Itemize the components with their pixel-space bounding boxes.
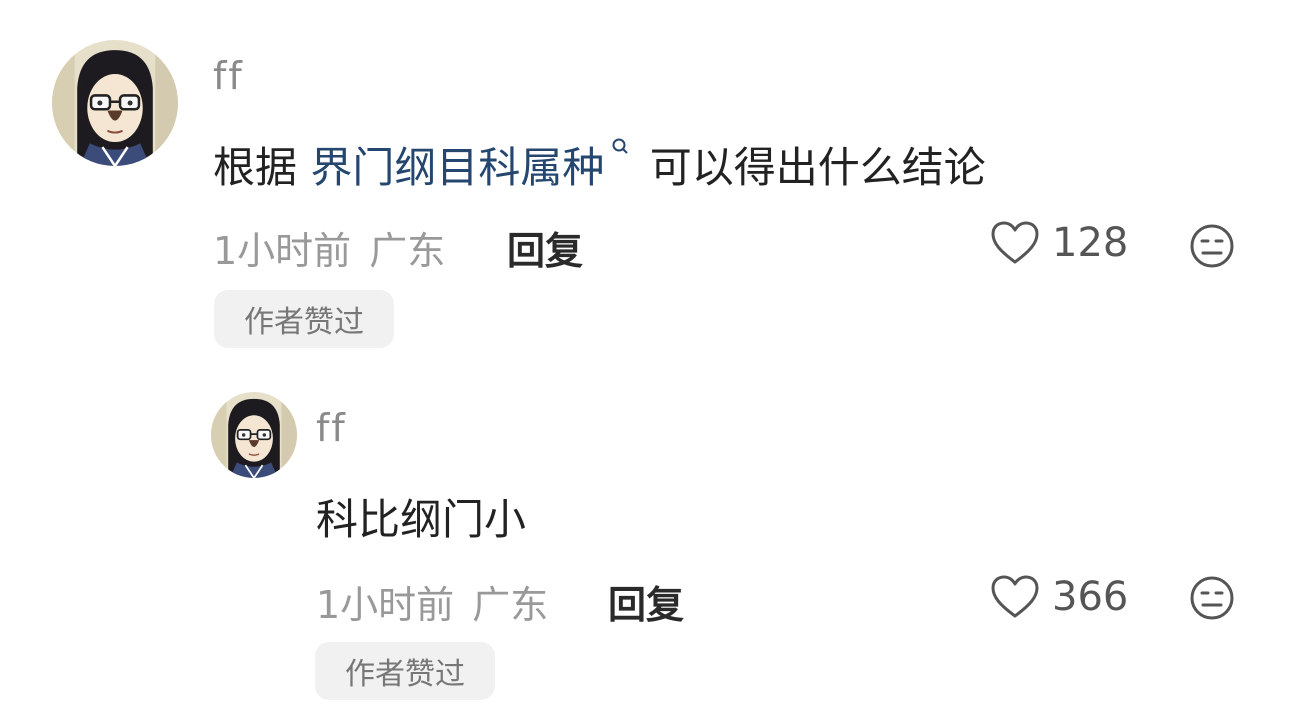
timestamp: 1小时前 [316,583,455,627]
search-icon[interactable] [610,136,632,158]
username[interactable]: ff [213,54,244,98]
username[interactable]: ff [316,406,347,450]
expressionless-face-icon[interactable] [1188,574,1236,622]
comment-2: ff 科比纲门小 1小时前 广东 回复 366 作者赞过 [0,360,1310,722]
avatar-image [52,40,178,166]
like-button[interactable]: 366 [990,572,1128,622]
avatar[interactable] [211,392,297,478]
comment-text-prefix: 根据 [213,143,311,192]
avatar-image [211,392,297,478]
reply-button[interactable]: 回复 [608,574,684,629]
comment-meta: 1小时前 广东 [316,574,548,629]
location: 广东 [369,229,446,273]
timestamp: 1小时前 [213,229,352,273]
author-liked-badge: 作者赞过 [315,642,495,700]
reply-button[interactable]: 回复 [507,220,583,275]
expressionless-face-icon[interactable] [1188,222,1236,270]
heart-outline-icon [991,575,1039,618]
avatar[interactable] [52,40,178,166]
location: 广东 [472,583,549,627]
comment-text: 科比纲门小 [316,495,527,544]
heart-outline-icon [991,221,1039,264]
comment-text-suffix: 可以得出什么结论 [636,143,986,192]
like-count: 128 [1052,220,1129,266]
keyword-link[interactable]: 界门纲目科属种 [310,143,604,192]
like-button[interactable]: 128 [990,218,1128,268]
like-count: 366 [1052,574,1129,620]
comment-1: ff 根据 界门纲目科属种 可以得出什么结论 1小时前 广东 回复 128 作者… [0,0,1310,360]
comment-meta: 1小时前 广东 [213,220,445,275]
comment-text: 根据 界门纲目科属种 可以得出什么结论 [213,134,986,195]
author-liked-badge: 作者赞过 [214,290,394,348]
